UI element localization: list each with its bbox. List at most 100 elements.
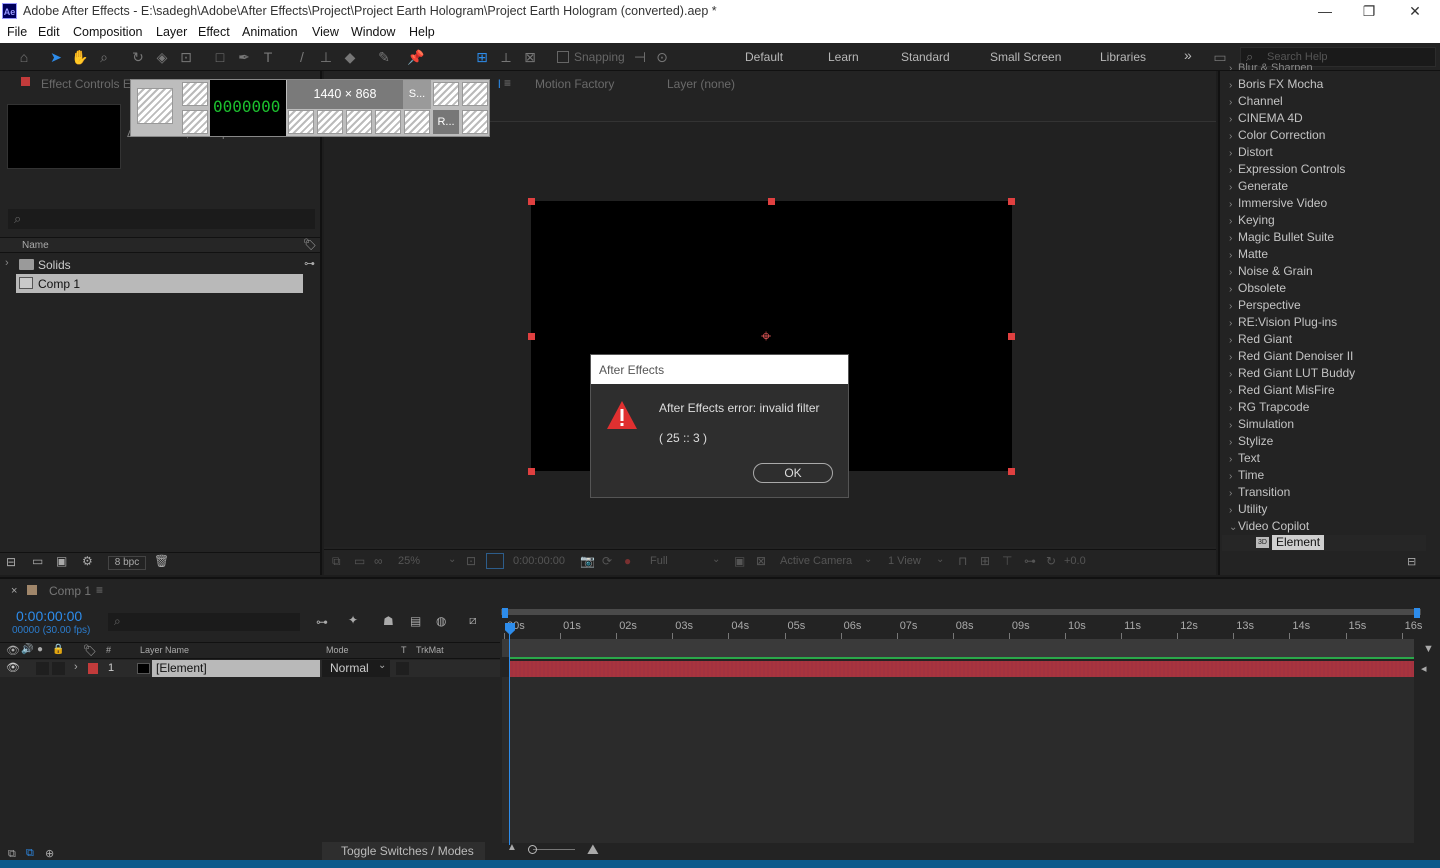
fit-icon[interactable]: ⊡ <box>466 554 476 568</box>
local-axis-icon[interactable]: ⊞ <box>472 47 492 67</box>
toggle-pixel-aspect-icon[interactable]: ⊓ <box>958 554 967 568</box>
interpret-footage-icon[interactable]: ⊟ <box>6 555 16 569</box>
overlay-swatch-button[interactable] <box>433 82 459 106</box>
effect-category[interactable]: › Immersive Video <box>1229 196 1327 210</box>
effect-category[interactable]: › Red Giant Denoiser II <box>1229 349 1353 363</box>
layer-row[interactable]: 👁 › 1 [Element] Normal ⌄ <box>0 660 500 677</box>
layer-mode-dropdown[interactable]: Normal ⌄ <box>322 660 390 677</box>
overlay-s-button[interactable]: S... <box>403 80 431 109</box>
overlay-swatch-button[interactable] <box>288 110 314 134</box>
overlay-swatch-button[interactable] <box>404 110 430 134</box>
overlay-swatch-button[interactable] <box>346 110 372 134</box>
overlay-swatch-button[interactable] <box>462 110 488 134</box>
overlay-swatch-button[interactable] <box>317 110 343 134</box>
effect-category[interactable]: › Expression Controls <box>1229 162 1345 176</box>
graph-editor-icon[interactable]: ⧄ <box>469 613 477 628</box>
rectangle-tool-icon[interactable]: □ <box>210 47 230 67</box>
tab-effect-controls[interactable]: Effect Controls Ele <box>41 77 140 91</box>
brush-tool-icon[interactable]: / <box>292 47 312 67</box>
transform-handle[interactable] <box>528 333 535 340</box>
close-tab-icon[interactable]: × <box>11 585 17 597</box>
project-search-input[interactable]: ⌕ <box>8 209 315 229</box>
pan-behind-tool-icon[interactable]: ⊡ <box>176 47 196 67</box>
clone-stamp-tool-icon[interactable]: ⊥ <box>316 47 336 67</box>
effect-category[interactable]: › CINEMA 4D <box>1229 111 1303 125</box>
comp-button-icon[interactable]: ▼ <box>1423 643 1434 655</box>
workspace-small-screen[interactable]: Small Screen <box>990 50 1061 64</box>
shy-layers-icon[interactable]: ☗ <box>383 614 394 628</box>
eraser-tool-icon[interactable]: ◆ <box>340 47 360 67</box>
lock-toggle[interactable] <box>52 662 65 675</box>
overlay-r-button[interactable]: R... <box>433 110 459 134</box>
zoom-dropdown[interactable]: 25% <box>398 555 420 567</box>
show-snapshot-icon[interactable]: ⟳ <box>602 554 612 568</box>
tab-motion-factory[interactable]: Motion Factory <box>535 77 614 91</box>
zoom-out-icon[interactable]: ▲ <box>507 842 517 853</box>
motion-blur-icon[interactable]: ◍ <box>436 614 446 628</box>
workspace-learn[interactable]: Learn <box>828 50 859 64</box>
solo-toggle[interactable] <box>36 662 49 675</box>
effect-category-expanded[interactable]: ⌄Video Copilot <box>1229 519 1309 533</box>
effect-category[interactable]: › Transition <box>1229 485 1290 499</box>
tab-composition-marker[interactable]: l <box>498 77 501 91</box>
effect-category[interactable]: › Color Correction <box>1229 128 1325 142</box>
timeline-icon[interactable]: ⊤ <box>1002 554 1012 568</box>
fast-previews-icon[interactable]: ⊞ <box>980 554 990 568</box>
adjust-project-settings-icon[interactable]: ⚙ <box>82 554 93 568</box>
col-name-header[interactable]: Name <box>22 240 49 251</box>
layer-visibility-eye-icon[interactable]: 👁 <box>6 661 20 674</box>
overlay-swatch-button[interactable] <box>182 110 208 134</box>
effect-category[interactable]: › Generate <box>1229 179 1288 193</box>
trash-icon[interactable]: 🗑 <box>154 554 169 568</box>
effect-category[interactable]: › Channel <box>1229 94 1283 108</box>
layer-duration-bar[interactable] <box>509 661 1414 677</box>
resolution-dropdown[interactable]: Full <box>650 555 668 567</box>
workspace-libraries[interactable]: Libraries <box>1100 50 1146 64</box>
toggle-switches-modes-button[interactable]: Toggle Switches / Modes <box>322 842 485 860</box>
exposure-reset-icon[interactable]: ↻ <box>1046 554 1056 568</box>
home-icon[interactable]: ⌂ <box>14 47 34 67</box>
transform-handle[interactable] <box>528 468 535 475</box>
new-preset-icon[interactable]: ⊟ <box>1407 555 1416 568</box>
overlay-swatch-button[interactable] <box>375 110 401 134</box>
overlay-swatch-button[interactable] <box>182 82 208 106</box>
current-time-display[interactable]: 0:00:00:00 <box>513 555 565 567</box>
effect-category[interactable]: › Stylize <box>1229 434 1273 448</box>
effect-category[interactable]: › Simulation <box>1229 417 1294 431</box>
label-tag-icon[interactable]: 🏷 <box>83 644 97 657</box>
transform-handle[interactable] <box>768 198 775 205</box>
menu-edit[interactable]: Edit <box>38 25 60 39</box>
in-out-stretch-icon[interactable]: ⊕ <box>45 847 54 860</box>
anchor-point-icon[interactable]: ⌖ <box>761 326 771 346</box>
keyframe-nav-icon[interactable]: ◂ <box>1421 662 1427 675</box>
camera-tool-icon[interactable]: ◈ <box>152 47 172 67</box>
effect-category[interactable]: › Boris FX Mocha <box>1229 77 1323 91</box>
workspace-standard[interactable]: Standard <box>901 50 950 64</box>
effect-category[interactable]: › RE:Vision Plug-ins <box>1229 315 1337 329</box>
overlay-swatch-button[interactable] <box>137 88 173 124</box>
transform-handle[interactable] <box>1008 333 1015 340</box>
chevron-down-icon[interactable]: ⌄ <box>712 554 720 565</box>
new-folder-icon[interactable]: ▭ <box>32 554 43 568</box>
region-of-interest-icon[interactable]: ▣ <box>734 554 745 568</box>
bit-depth-button[interactable]: 8 bpc <box>108 556 146 570</box>
menu-help[interactable]: Help <box>409 25 435 39</box>
chevron-down-icon[interactable]: ⌄ <box>448 554 456 565</box>
type-tool-icon[interactable]: T <box>258 47 278 67</box>
project-item-row[interactable]: › Solids ⊶ <box>0 255 320 274</box>
view-axis-icon[interactable]: ⊠ <box>520 47 540 67</box>
menu-window[interactable]: Window <box>351 25 395 39</box>
pen-tool-icon[interactable]: ✒ <box>234 47 254 67</box>
project-item-row[interactable]: Comp 1 <box>16 274 303 293</box>
preserve-transparency-toggle[interactable] <box>396 662 409 675</box>
hand-tool-icon[interactable]: ✋ <box>70 47 90 67</box>
monitor-icon[interactable]: ▭ <box>354 554 365 568</box>
effect-category[interactable]: › Matte <box>1229 247 1268 261</box>
transfer-controls-icon[interactable]: ⧉ <box>26 847 34 860</box>
effect-category[interactable]: › Noise & Grain <box>1229 264 1313 278</box>
chevron-down-icon[interactable]: ⌄ <box>936 554 944 565</box>
menu-file[interactable]: File <box>7 25 27 39</box>
effect-category[interactable]: › Utility <box>1229 502 1267 516</box>
effect-category[interactable]: › Text <box>1229 451 1260 465</box>
work-area-bar[interactable] <box>501 609 1421 615</box>
